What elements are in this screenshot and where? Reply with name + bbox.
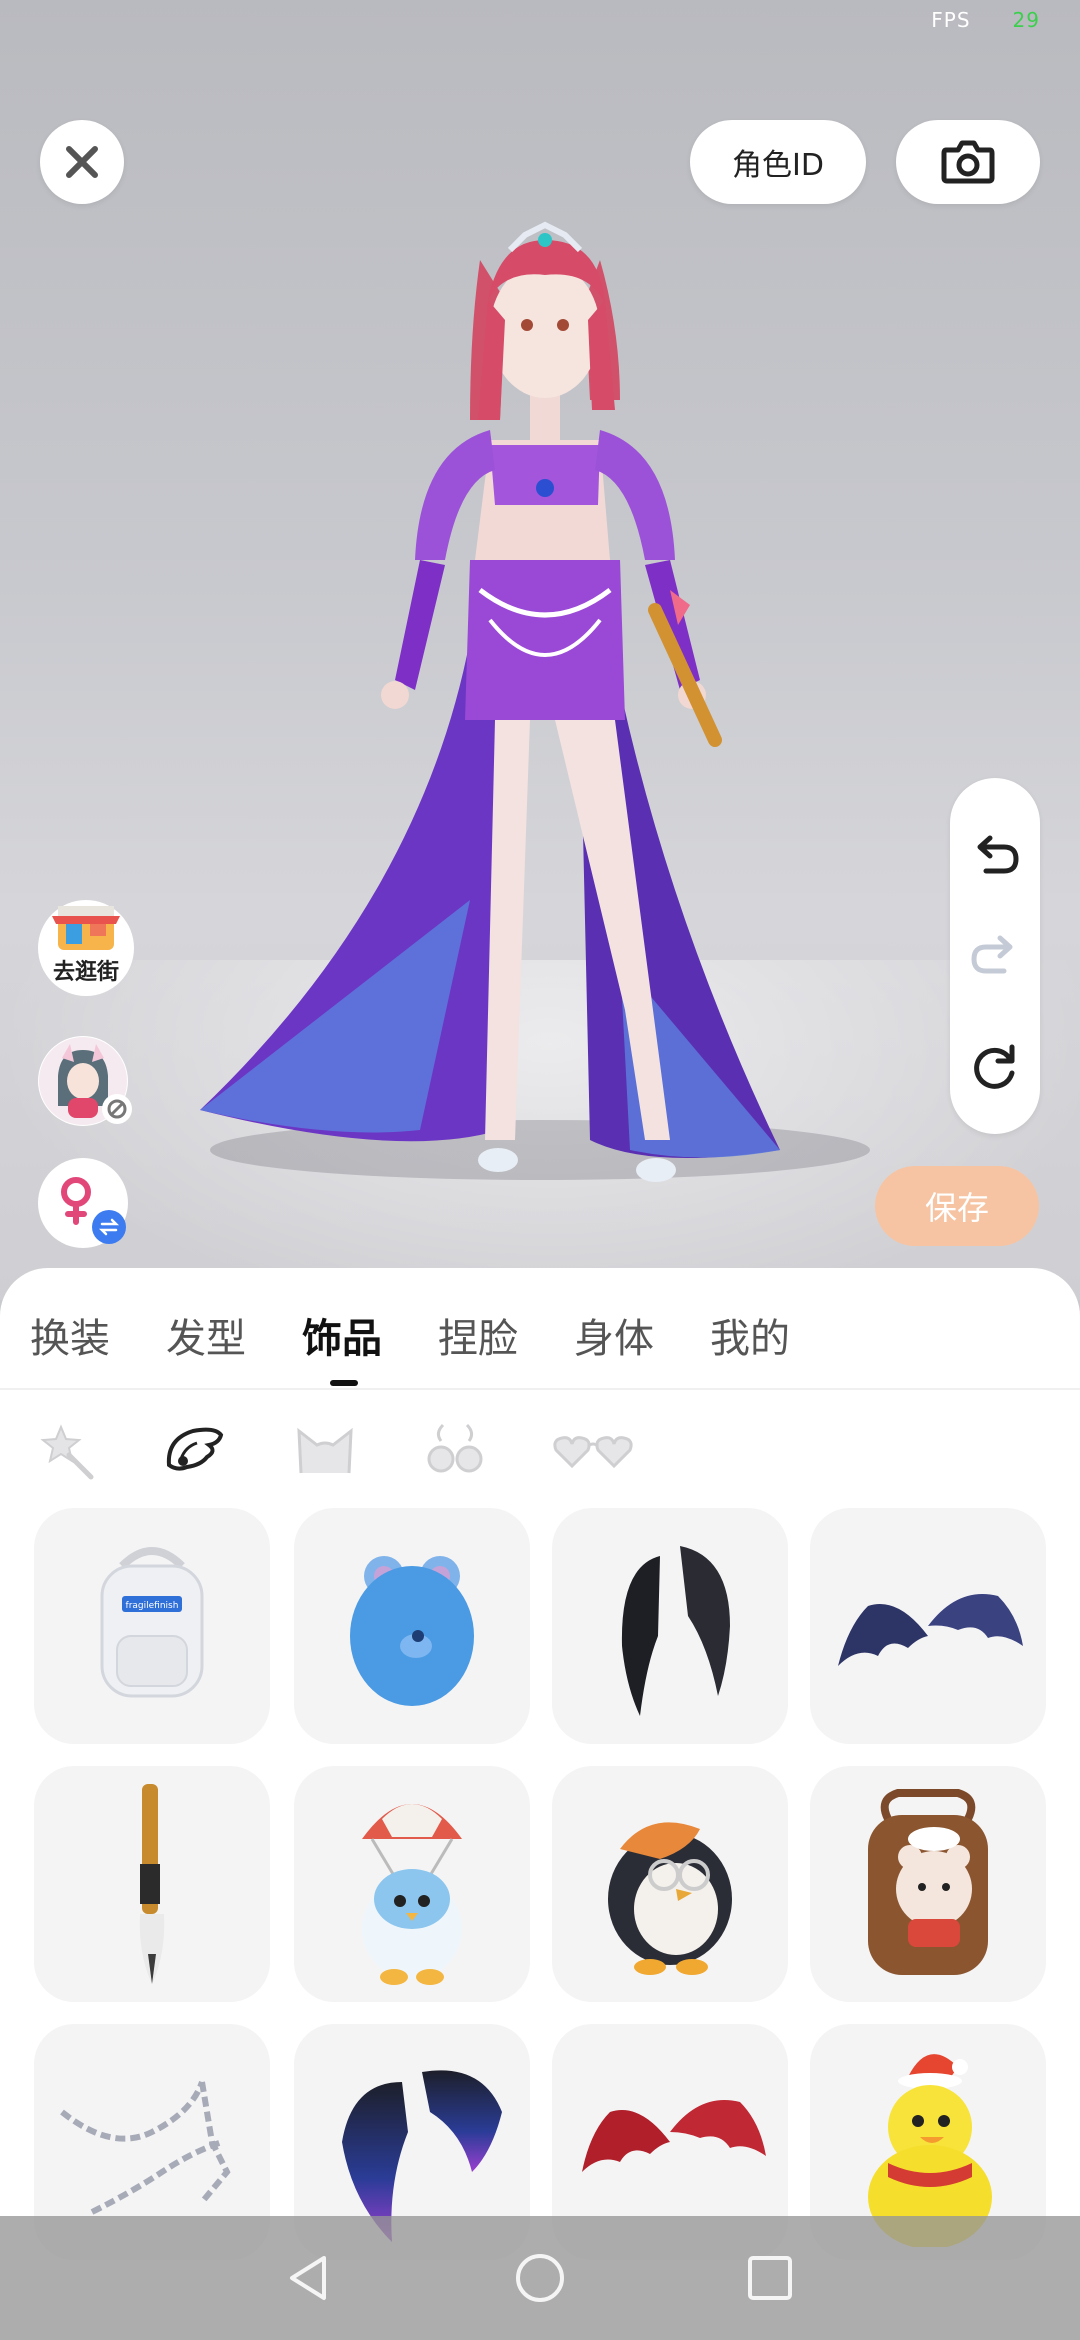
brush-icon — [139, 1784, 165, 1984]
character-preview-scene[interactable]: FPS 29 角色ID 去逛街 保存 — [0, 0, 1080, 1300]
parachute-chick-icon — [362, 1804, 462, 1985]
tab-mine[interactable]: 我的 — [710, 1306, 790, 1364]
subcat-handheld[interactable] — [34, 1416, 104, 1486]
item-parachute-chick[interactable] — [294, 1766, 530, 2002]
subcat-glasses[interactable] — [548, 1416, 638, 1486]
camera-button[interactable] — [896, 120, 1040, 204]
avatar-profile-button[interactable] — [38, 1036, 132, 1126]
edit-history-panel — [950, 778, 1040, 1134]
back-triangle-icon — [290, 2256, 326, 2300]
backpack-print-text: fragilefinish — [126, 1601, 179, 1611]
item-calligraphy-brush[interactable] — [34, 1766, 270, 2002]
role-id-label: 角色ID — [732, 148, 824, 183]
customization-panel: 换装 发型 饰品 捏脸 身体 我的 fragilefinish — [0, 1268, 1080, 2340]
active-tab-indicator — [330, 1380, 358, 1386]
reset-button[interactable] — [965, 1036, 1025, 1096]
reset-icon — [974, 1044, 1015, 1089]
red-bat-wings-icon — [582, 2100, 766, 2172]
black-wings-icon — [621, 1546, 730, 1716]
redo-button[interactable] — [965, 926, 1025, 986]
camera-icon — [941, 140, 995, 184]
nav-recents-button[interactable] — [738, 2246, 802, 2310]
tabs-divider — [0, 1388, 1080, 1390]
backpack-icon: fragilefinish — [100, 1547, 204, 1698]
item-white-backpack[interactable]: fragilefinish — [34, 1508, 270, 1744]
chain-icon — [60, 2080, 231, 2215]
bear-bag-icon — [868, 1789, 988, 1975]
swap-icon — [92, 1210, 126, 1244]
category-tabs: 换装 发型 饰品 捏脸 身体 我的 — [0, 1268, 1080, 1388]
close-icon — [66, 146, 98, 178]
role-id-button[interactable]: 角色ID — [690, 120, 866, 204]
go-shopping-button[interactable]: 去逛街 — [38, 900, 134, 996]
ears-icon — [297, 1427, 353, 1474]
item-brown-bear-backpack[interactable] — [810, 1766, 1046, 2002]
tab-outfit[interactable]: 换装 — [30, 1306, 110, 1364]
redo-icon — [971, 935, 1013, 974]
bear-backpack-icon — [350, 1556, 474, 1706]
hidden-status-icon — [102, 1094, 132, 1124]
tab-body[interactable]: 身体 — [574, 1306, 654, 1364]
item-blue-bear-backpack[interactable] — [294, 1508, 530, 1744]
earrings-icon — [427, 1423, 483, 1473]
glasses-icon — [553, 1436, 633, 1469]
tab-accessories[interactable]: 饰品 — [302, 1306, 382, 1364]
undo-icon — [977, 835, 1019, 874]
tab-face[interactable]: 捏脸 — [438, 1306, 518, 1364]
recents-square-icon — [748, 2256, 792, 2300]
gradient-wings-icon — [342, 2070, 502, 2242]
star-wand-icon — [40, 1424, 94, 1480]
nav-back-button[interactable] — [276, 2246, 340, 2310]
save-button[interactable]: 保存 — [875, 1166, 1039, 1246]
item-navy-bat-wings[interactable] — [810, 1508, 1046, 1744]
tab-hairstyle[interactable]: 发型 — [166, 1306, 246, 1364]
subcat-earrings[interactable] — [420, 1416, 490, 1486]
system-nav-bar — [0, 2216, 1080, 2340]
subcat-back[interactable] — [160, 1416, 230, 1486]
wing-icon — [166, 1427, 224, 1471]
item-black-feather-wings[interactable] — [552, 1508, 788, 1744]
go-shopping-label: 去逛街 — [52, 960, 119, 985]
item-penguin-backpack[interactable] — [552, 1766, 788, 2002]
subcat-head[interactable] — [290, 1416, 360, 1486]
penguin-icon — [608, 1822, 732, 1975]
nav-home-button[interactable] — [508, 2246, 572, 2310]
close-button[interactable] — [40, 120, 124, 204]
home-circle-icon — [516, 2254, 564, 2302]
bat-wings-icon — [838, 1594, 1023, 1666]
undo-button[interactable] — [965, 826, 1025, 886]
gender-switch-button[interactable] — [38, 1158, 128, 1248]
